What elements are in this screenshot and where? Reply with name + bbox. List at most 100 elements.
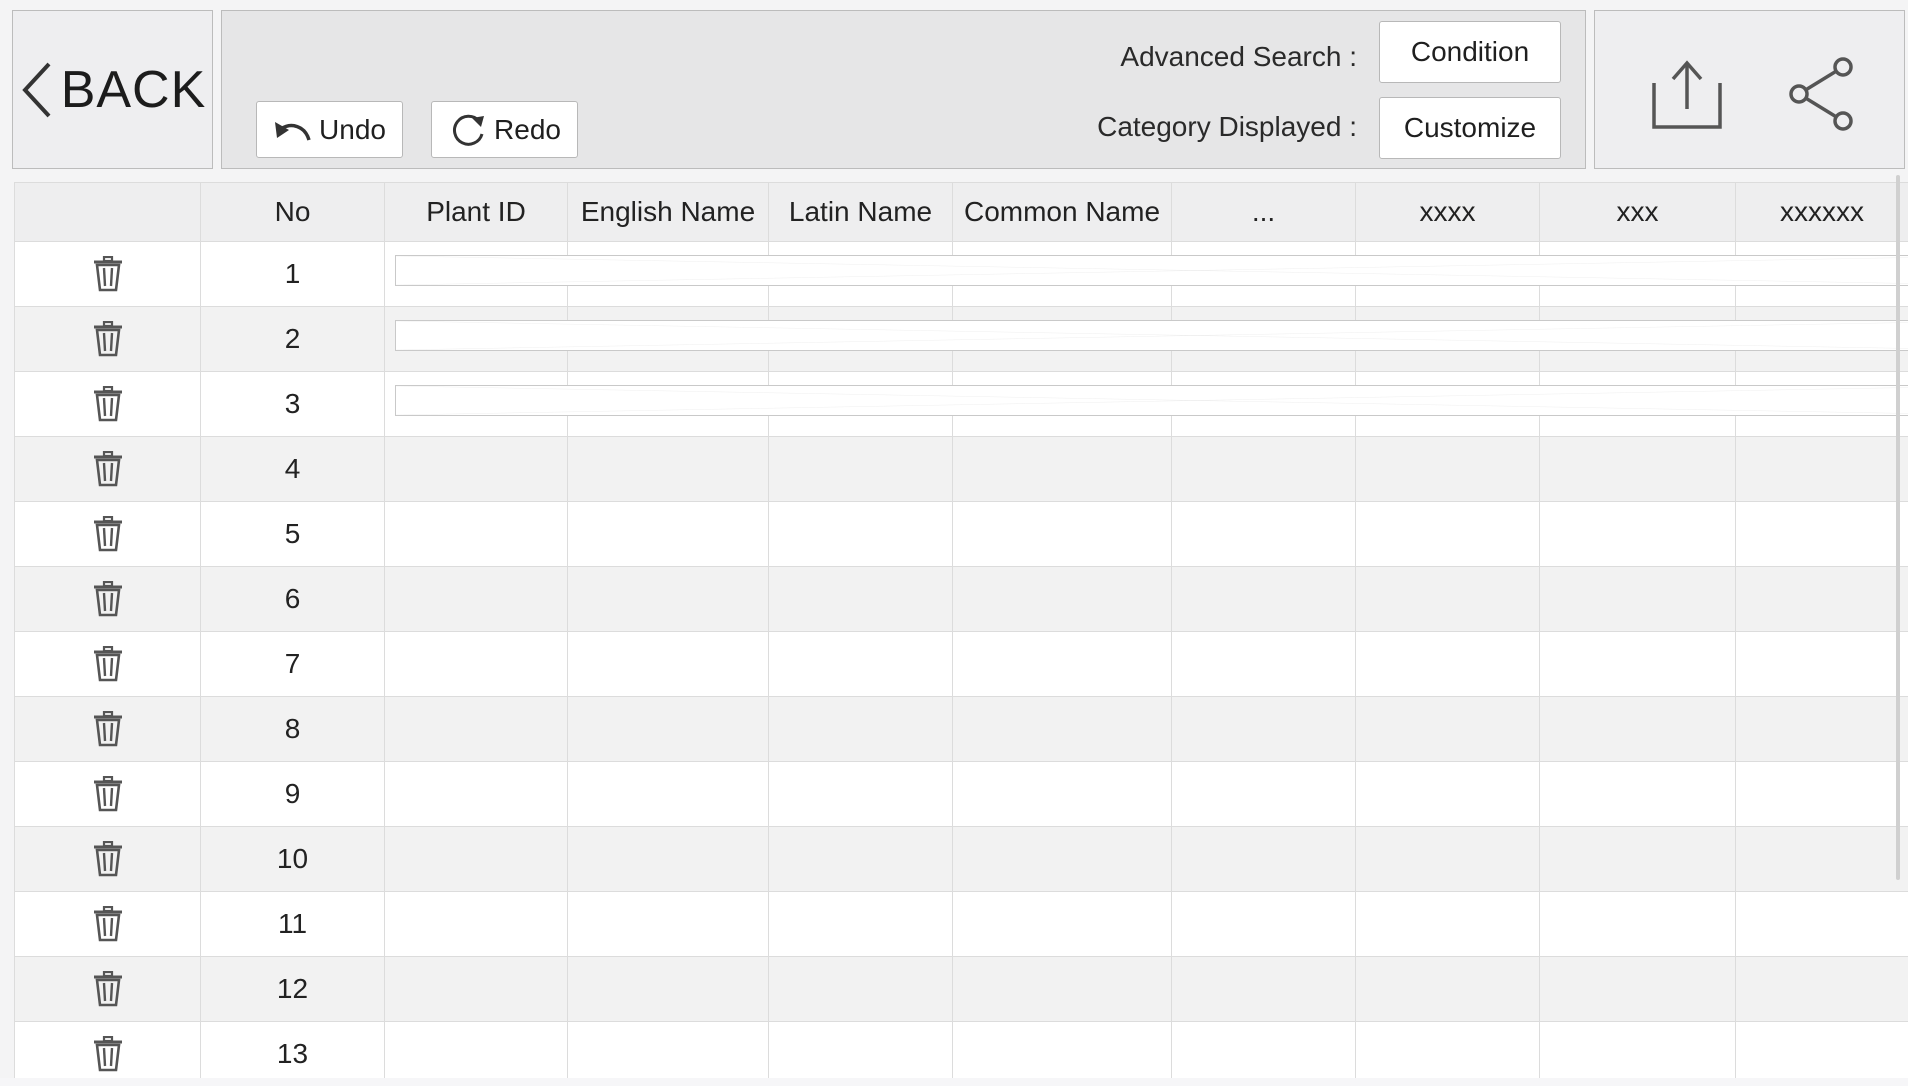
table-cell[interactable]: [1735, 891, 1908, 957]
table-row[interactable]: 3: [14, 371, 1908, 437]
more-column-header[interactable]: ...: [1171, 182, 1356, 242]
table-cell[interactable]: [952, 761, 1172, 827]
table-cell[interactable]: [384, 501, 568, 567]
table-cell[interactable]: [567, 761, 769, 827]
table-cell[interactable]: [567, 631, 769, 697]
table-cell[interactable]: [1171, 501, 1356, 567]
table-cell[interactable]: [1355, 891, 1540, 957]
table-cell[interactable]: [952, 501, 1172, 567]
delete-row-button[interactable]: [14, 566, 201, 632]
table-cell[interactable]: [384, 241, 1908, 307]
upload-icon[interactable]: [1650, 59, 1724, 131]
delete-row-button[interactable]: [14, 501, 201, 567]
table-cell[interactable]: [1735, 436, 1908, 502]
delete-row-button[interactable]: [14, 696, 201, 762]
table-row[interactable]: 4: [14, 436, 1908, 502]
table-cell[interactable]: [952, 1021, 1172, 1082]
table-cell[interactable]: [1539, 696, 1736, 762]
delete-row-button[interactable]: [14, 1021, 201, 1082]
table-cell[interactable]: [768, 891, 953, 957]
table-cell[interactable]: [768, 826, 953, 892]
table-row[interactable]: 6: [14, 566, 1908, 632]
table-cell[interactable]: [768, 566, 953, 632]
table-cell[interactable]: [1171, 436, 1356, 502]
undo-button[interactable]: Undo: [256, 101, 403, 158]
table-cell[interactable]: [1539, 891, 1736, 957]
table-cell[interactable]: [1171, 566, 1356, 632]
delete-row-button[interactable]: [14, 436, 201, 502]
table-cell[interactable]: [1735, 956, 1908, 1022]
table-cell[interactable]: [1355, 826, 1540, 892]
table-cell[interactable]: [768, 956, 953, 1022]
table-cell[interactable]: [1355, 631, 1540, 697]
table-row[interactable]: 2: [14, 306, 1908, 372]
redo-button[interactable]: Redo: [431, 101, 578, 158]
latin-name-column-header[interactable]: Latin Name: [768, 182, 953, 242]
xxx-column-header[interactable]: xxx: [1539, 182, 1736, 242]
table-cell[interactable]: [567, 826, 769, 892]
table-row[interactable]: 10: [14, 826, 1908, 892]
xxxx-column-header[interactable]: xxxx: [1355, 182, 1540, 242]
table-cell[interactable]: [1539, 501, 1736, 567]
table-cell[interactable]: [1539, 1021, 1736, 1082]
delete-row-button[interactable]: [14, 956, 201, 1022]
table-cell[interactable]: [1171, 1021, 1356, 1082]
table-cell[interactable]: [1735, 1021, 1908, 1082]
table-cell[interactable]: [768, 436, 953, 502]
english-name-column-header[interactable]: English Name: [567, 182, 769, 242]
table-cell[interactable]: [567, 436, 769, 502]
vertical-scrollbar[interactable]: [1896, 175, 1900, 880]
table-cell[interactable]: [567, 1021, 769, 1082]
delete-column-header[interactable]: [14, 182, 201, 242]
table-cell[interactable]: [1171, 761, 1356, 827]
table-cell[interactable]: [567, 891, 769, 957]
xxxxxx-column-header[interactable]: xxxxxx: [1735, 182, 1908, 242]
table-row[interactable]: 5: [14, 501, 1908, 567]
table-cell[interactable]: [1735, 631, 1908, 697]
table-cell[interactable]: [768, 1021, 953, 1082]
table-cell[interactable]: [1735, 761, 1908, 827]
table-cell[interactable]: [384, 761, 568, 827]
table-cell[interactable]: [567, 696, 769, 762]
table-cell[interactable]: [1355, 501, 1540, 567]
table-row[interactable]: 9: [14, 761, 1908, 827]
table-cell[interactable]: [952, 631, 1172, 697]
table-cell[interactable]: [1355, 761, 1540, 827]
table-cell[interactable]: [952, 696, 1172, 762]
table-cell[interactable]: [1355, 696, 1540, 762]
table-cell[interactable]: [952, 436, 1172, 502]
table-cell[interactable]: [1171, 696, 1356, 762]
table-cell[interactable]: [1171, 891, 1356, 957]
plant-id-column-header[interactable]: Plant ID: [384, 182, 568, 242]
table-cell[interactable]: [1539, 631, 1736, 697]
table-cell[interactable]: [1735, 826, 1908, 892]
table-row[interactable]: 11: [14, 891, 1908, 957]
customize-button[interactable]: Customize: [1379, 97, 1561, 159]
table-cell[interactable]: [384, 826, 568, 892]
table-cell[interactable]: [1735, 501, 1908, 567]
common-name-column-header[interactable]: Common Name: [952, 182, 1172, 242]
table-cell[interactable]: [567, 566, 769, 632]
table-row[interactable]: 8: [14, 696, 1908, 762]
delete-row-button[interactable]: [14, 306, 201, 372]
table-cell[interactable]: [1539, 436, 1736, 502]
table-cell[interactable]: [384, 891, 568, 957]
no-column-header[interactable]: No: [200, 182, 385, 242]
table-cell[interactable]: [952, 566, 1172, 632]
table-cell[interactable]: [384, 436, 568, 502]
table-cell[interactable]: [1355, 436, 1540, 502]
table-cell[interactable]: [384, 696, 568, 762]
table-cell[interactable]: [768, 696, 953, 762]
table-cell[interactable]: [768, 501, 953, 567]
table-cell[interactable]: [384, 956, 568, 1022]
table-cell[interactable]: [567, 956, 769, 1022]
delete-row-button[interactable]: [14, 761, 201, 827]
table-row[interactable]: 1: [14, 241, 1908, 307]
table-cell[interactable]: [1171, 631, 1356, 697]
table-cell[interactable]: [384, 631, 568, 697]
table-cell[interactable]: [1539, 956, 1736, 1022]
condition-button[interactable]: Condition: [1379, 21, 1561, 83]
table-cell[interactable]: [1355, 1021, 1540, 1082]
table-cell[interactable]: [384, 566, 568, 632]
table-cell[interactable]: [384, 371, 1908, 437]
